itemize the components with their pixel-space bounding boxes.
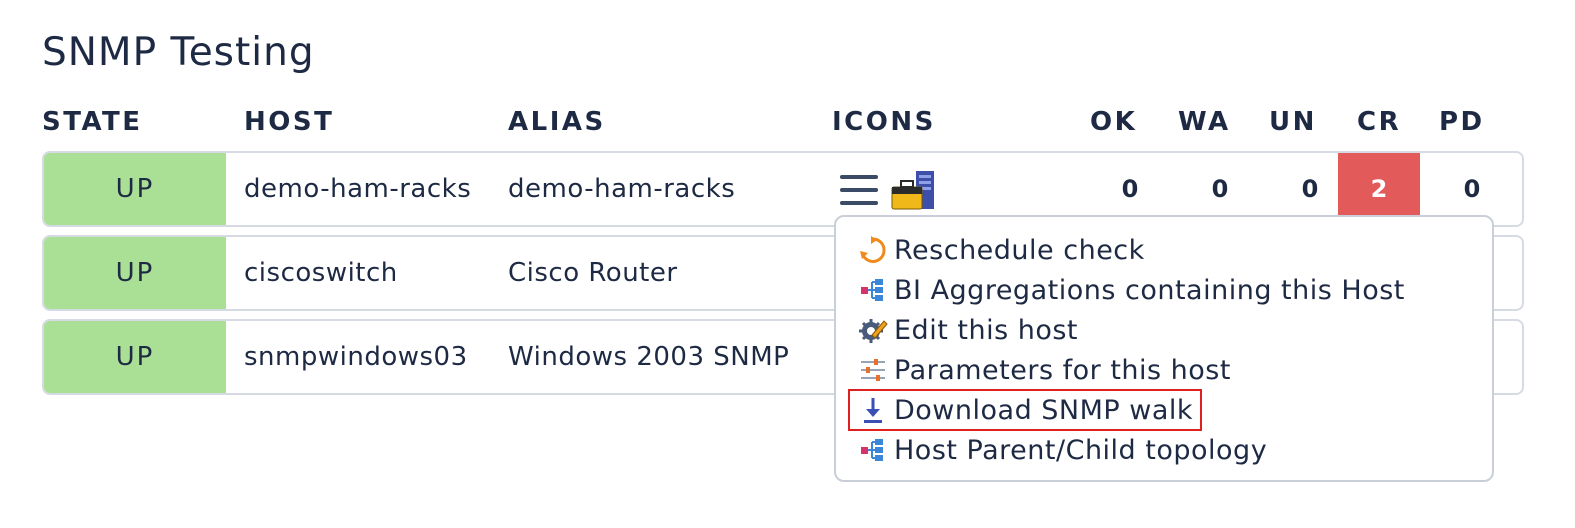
topology-icon — [861, 439, 883, 461]
column-header-alias[interactable]: ALIAS — [508, 104, 606, 140]
column-header-pd[interactable]: PD — [1439, 104, 1485, 140]
page-title: SNMP Testing — [42, 30, 315, 75]
menu-item-reschedule-check[interactable]: Reschedule check — [858, 231, 1145, 269]
column-header-ok[interactable]: OK — [1090, 104, 1137, 140]
host-alias: Windows 2003 SNMP — [508, 342, 790, 372]
menu-item-bi-aggregations[interactable]: BI Aggregations containing this Host — [858, 271, 1405, 309]
host-name-link[interactable]: demo-ham-racks — [244, 153, 471, 225]
column-header-state[interactable]: STATE — [42, 104, 143, 140]
menu-item-label: Reschedule check — [894, 234, 1145, 266]
host-name-link[interactable]: snmpwindows03 — [244, 321, 468, 393]
host-alias: demo-ham-racks — [508, 174, 736, 204]
column-header-un[interactable]: UN — [1269, 104, 1317, 140]
menu-item-label: BI Aggregations containing this Host — [894, 274, 1405, 306]
bi-aggregation-icon — [861, 279, 883, 301]
hamburger-menu-icon[interactable] — [840, 173, 880, 207]
column-header-icons: ICONS — [832, 107, 936, 137]
menu-item-edit-host[interactable]: Edit this host — [858, 311, 1078, 349]
reschedule-icon — [860, 236, 886, 263]
highlight-box — [848, 389, 1202, 431]
column-header-cr[interactable]: CR — [1357, 104, 1401, 140]
parameters-icon — [861, 359, 885, 381]
host-toolbox-server-icon[interactable] — [890, 169, 938, 211]
menu-item-topology[interactable]: Host Parent/Child topology — [858, 431, 1267, 469]
host-name-link[interactable]: ciscoswitch — [244, 237, 398, 309]
column-header-host[interactable]: HOST — [244, 104, 334, 140]
host-state-badge: UP — [44, 321, 226, 393]
host-state-badge: UP — [44, 153, 226, 225]
menu-item-parameters[interactable]: Parameters for this host — [858, 351, 1231, 389]
menu-item-label: Host Parent/Child topology — [894, 434, 1268, 466]
menu-item-label: Parameters for this host — [894, 354, 1231, 386]
edit-gear-icon — [859, 319, 888, 343]
column-header-wa[interactable]: WA — [1178, 104, 1231, 140]
host-state-badge: UP — [44, 237, 226, 309]
menu-item-label: Edit this host — [894, 314, 1079, 346]
host-alias: Cisco Router — [508, 258, 678, 288]
host-action-menu: Reschedule check BI Aggregations contain… — [834, 215, 1494, 482]
